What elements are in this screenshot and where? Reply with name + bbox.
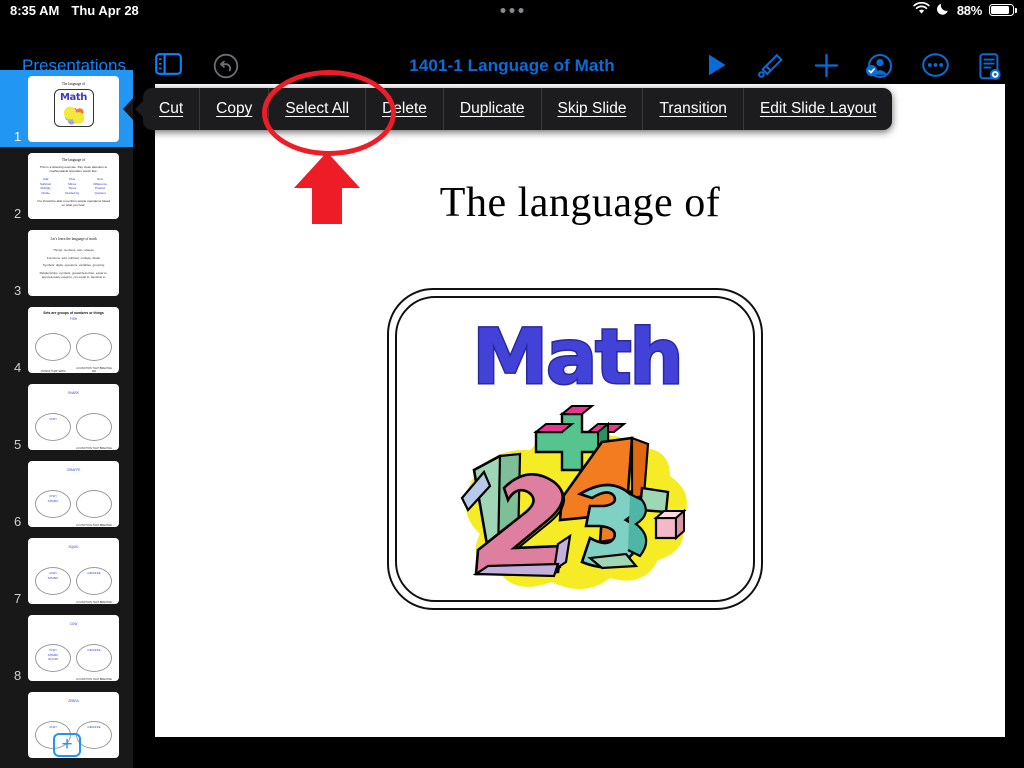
word-column-2: Plus Minus Times Divided by <box>65 176 80 195</box>
slide-number: 6 <box>14 514 22 529</box>
word-column-3: Sum Difference Product Quotient <box>93 176 107 195</box>
status-date: Thu Apr 28 <box>71 3 139 18</box>
add-slide-button[interactable]: + <box>53 733 81 757</box>
thumb-title: The language of <box>61 82 86 86</box>
slide-thumbnail-8[interactable]: 8 COW FISHSHARKSQUID GIRAFFE THINGS THAT… <box>0 609 133 686</box>
venn-caption-left: THINGS THAT SWIM <box>40 370 66 373</box>
collaborate-person-icon[interactable] <box>865 53 892 84</box>
venn-label-left: FISH <box>49 417 57 421</box>
battery-icon <box>989 4 1017 16</box>
slide-thumbnail-7[interactable]: 7 SQUID FISHSHARK GIRAFFE THINGS THAT SW… <box>0 532 133 609</box>
slide-number: 8 <box>14 668 22 683</box>
slide-number: 5 <box>14 437 22 452</box>
wifi-icon <box>913 1 930 18</box>
menu-item-edit-slide-layout[interactable]: Edit Slide Layout <box>744 88 892 130</box>
slide-navigator-sidebar[interactable]: 1 The language of Math 2 The language of… <box>0 70 133 768</box>
slide-thumbnail-3[interactable]: 3 Let's learn the language of math Thing… <box>0 224 133 301</box>
thumbnail-preview: Sets are groups of numbers or things FIS… <box>28 307 119 373</box>
red-highlight-ellipse <box>262 70 396 156</box>
bullet-line: Things: numbers, sets, shapes <box>53 248 94 252</box>
thumbnail-preview: GIRAFFE FISHSHARK THINGS THAT SWIM A FUN… <box>28 461 119 527</box>
thumbnail-preview: COW FISHSHARKSQUID GIRAFFE THINGS THAT S… <box>28 615 119 681</box>
slide-title-text[interactable]: The language of <box>155 179 1005 227</box>
slide-context-menu[interactable]: Cut Copy Select All Delete Duplicate Ski… <box>134 88 893 130</box>
venn-circle-left <box>35 333 71 361</box>
word-column-1: Add Subtract Multiply Divide <box>40 176 52 195</box>
menu-item-skip-slide[interactable]: Skip Slide <box>542 88 644 130</box>
document-options-icon[interactable] <box>977 53 1001 85</box>
status-time: 8:35 AM <box>10 3 60 18</box>
venn-label-right: GIRAFFE <box>87 571 101 575</box>
slide-number: 7 <box>14 591 22 606</box>
bullet-line: Functions: add, subtract, multiply, divi… <box>46 255 101 260</box>
venn-caption-right: A FUNCTION THAT BREATHE AIR <box>76 446 112 450</box>
thumb-subtitle: This is a listening exercise. Pay close … <box>39 165 108 174</box>
status-bar-right: 88% <box>913 1 1017 18</box>
app-toolbar: Presentations 1401-1 Language of Math <box>0 22 1024 80</box>
slide-thumbnail-5[interactable]: 5 SHARK FISH THINGS THAT SWIM A FUNCTION… <box>0 378 133 455</box>
thumbnail-preview: Let's learn the language of math Things:… <box>28 230 119 296</box>
venn-label-left: FISH SHARK <box>47 494 59 503</box>
slide-canvas[interactable]: The language of Math <box>155 84 1005 737</box>
slide-thumbnail-1[interactable]: 1 The language of Math <box>0 70 133 147</box>
thumb-title: Sets are groups of numbers or things <box>43 311 104 315</box>
red-arrow-up-icon <box>294 152 360 229</box>
thumbnail-preview: SHARK FISH THINGS THAT SWIM A FUNCTION T… <box>28 384 119 450</box>
math-art-thumb <box>62 105 87 125</box>
bullet-line: Relationships: symbols, greater/less tha… <box>39 270 108 280</box>
ipad-keynote-screen: 8:35 AM Thu Apr 28 88% Presentations 140… <box>0 0 1024 768</box>
more-ellipsis-icon[interactable] <box>922 53 949 82</box>
math-word-text: Math <box>471 311 685 403</box>
thumbnail-preview: The language of Math <box>28 76 119 142</box>
venn-header: COW <box>69 622 78 626</box>
status-bar: 8:35 AM Thu Apr 28 88% <box>0 0 1024 22</box>
menu-item-copy[interactable]: Copy <box>200 88 270 130</box>
paintbrush-icon[interactable] <box>757 53 784 84</box>
thumb-bullets: Things: numbers, sets, shapes Functions:… <box>28 241 119 280</box>
slide-thumbnail-4[interactable]: 4 Sets are groups of numbers or things F… <box>0 301 133 378</box>
thumb-word-columns: Add Subtract Multiply Divide Plus Minus Times… <box>28 177 119 196</box>
venn-header: SHARK <box>68 391 79 395</box>
venn-header: ZEBRA <box>68 699 79 703</box>
do-not-disturb-moon-icon <box>936 2 950 18</box>
venn-header: GIRAFFE <box>66 468 81 472</box>
venn-caption-right: A FUNCTION THAT BREATHE AIR <box>76 523 112 527</box>
math-clipart-image[interactable]: Math <box>387 288 763 610</box>
thumb-footer: You should be able to perform simple ope… <box>36 198 111 207</box>
slide-number: 3 <box>14 283 22 298</box>
bullet-line: Symbols: digits, operators, variables, g… <box>42 263 105 267</box>
venn-circle-right <box>76 413 112 441</box>
math-3d-numbers-art <box>460 405 687 590</box>
multitasking-dots-icon[interactable] <box>500 8 524 13</box>
status-bar-left: 8:35 AM Thu Apr 28 <box>10 3 139 18</box>
venn-circle-right <box>76 333 112 361</box>
menu-item-cut[interactable]: Cut <box>143 88 201 130</box>
thumbnail-preview: SQUID FISHSHARK GIRAFFE THINGS THAT SWIM… <box>28 538 119 604</box>
menu-item-duplicate[interactable]: Duplicate <box>444 88 542 130</box>
slide-thumbnail-6[interactable]: 6 GIRAFFE FISHSHARK THINGS THAT SWIM A F… <box>0 455 133 532</box>
battery-percent: 88% <box>956 2 982 18</box>
venn-label-left: FISH SHARK <box>47 571 59 580</box>
venn-caption-right: A FUNCTION THAT BREATHE AIR <box>76 677 112 681</box>
slide-number: 4 <box>14 360 22 375</box>
plus-icon[interactable] <box>814 53 839 83</box>
menu-item-transition[interactable]: Transition <box>643 88 744 130</box>
math-clipart-thumb: Math <box>53 89 94 127</box>
slide-number: 2 <box>14 206 22 221</box>
thumb-title: The language of <box>61 158 86 162</box>
play-icon[interactable] <box>706 53 728 82</box>
math-word-thumb: Math <box>60 92 87 103</box>
venn-caption-right: A FUNCTION THAT BREATHE AIR <box>76 366 112 373</box>
venn-circle-right <box>76 490 112 518</box>
venn-header: SQUID <box>68 545 79 549</box>
slide-thumbnail-2[interactable]: 2 The language of This is a listening ex… <box>0 147 133 224</box>
slide-number: 1 <box>14 129 22 144</box>
venn-label-right: GIRAFFE <box>87 648 101 652</box>
venn-label-right: GIRAFFE <box>87 725 101 729</box>
venn-caption-right: A FUNCTION THAT BREATHE AIR <box>76 600 112 604</box>
thumbnail-preview: The language of This is a listening exer… <box>28 153 119 219</box>
venn-label-left: FISH SHARK SQUID <box>47 648 59 662</box>
venn-header: FISH <box>69 317 78 321</box>
venn-label-left: FISH <box>49 725 57 729</box>
